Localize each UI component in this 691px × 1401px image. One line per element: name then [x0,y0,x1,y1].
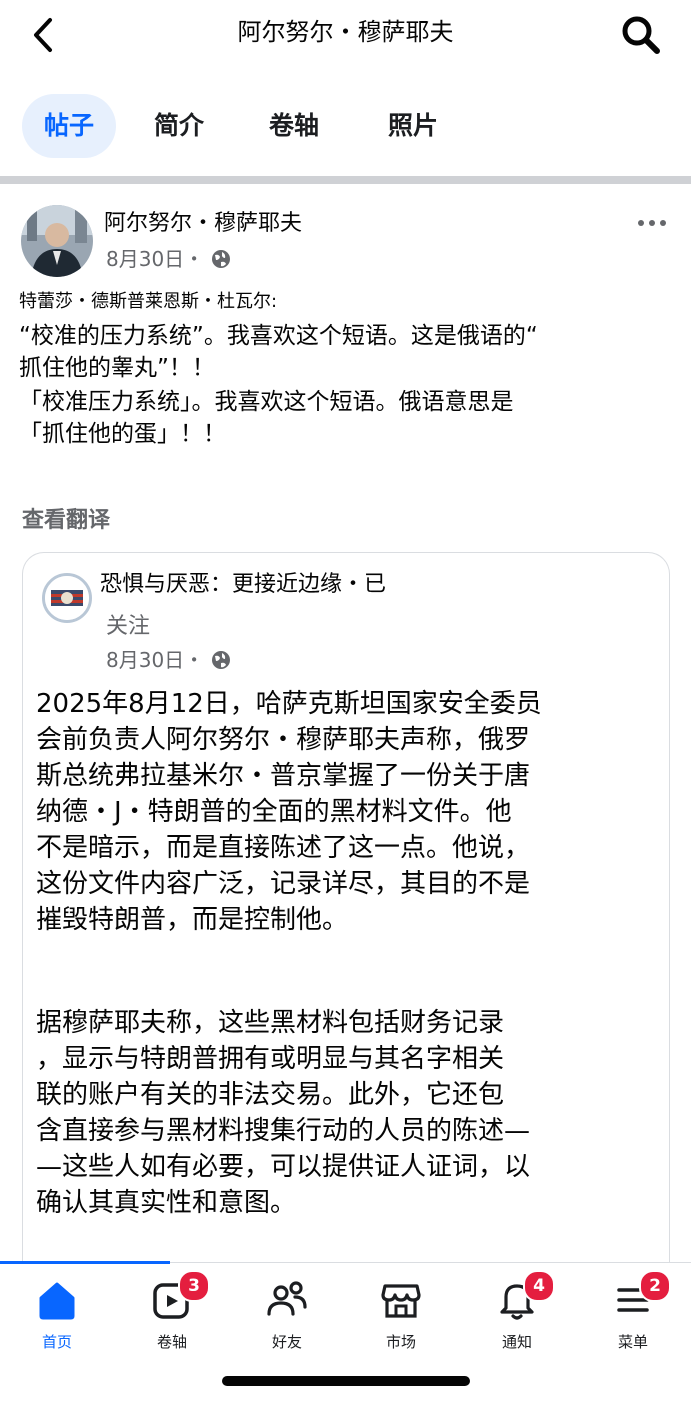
home-icon [39,1282,75,1320]
shared-text-line: 纳德・J・特朗普的全面的黑材料文件。他 [36,797,512,827]
page-name[interactable]: 恐惧与厌恶：更接近边缘・已 [100,569,386,601]
friends-icon [267,1281,307,1316]
post-text-line: 抓住他的睾丸”！！ [19,355,215,381]
shared-text-line: 摧毁特朗普，而是控制他。 [36,905,349,935]
post-text-line: 「抓住他的蛋」！！ [19,421,226,447]
shared-text-line: 会前负责人阿尔努尔・穆萨耶夫声称，俄罗 [36,725,531,755]
tab-posts[interactable]: 帖子 [22,94,116,158]
nav-label: 通知 [501,1333,532,1351]
nav-home[interactable]: 首页 [7,1276,107,1356]
nav-reels[interactable]: 3 卷轴 [122,1270,222,1356]
shared-text-line: 含直接参与黑材料搜集行动的人员的陈述— [36,1116,531,1146]
shared-text-line: 不是暗示，而是直接陈述了这一点。他说， [36,833,531,863]
section-divider [0,176,691,184]
nav-label: 首页 [41,1333,72,1351]
nav-label: 菜单 [617,1333,648,1351]
page-logo [45,576,89,620]
author-avatar[interactable] [21,205,93,277]
nav-menu[interactable]: 2 菜单 [583,1270,683,1356]
shared-text-line: 联的账户有关的非法交易。此外，它还包 [36,1080,505,1110]
nav-friends[interactable]: 好友 [237,1276,337,1356]
nav-label: 卷轴 [156,1333,187,1351]
more-options-button[interactable] [636,213,668,233]
shared-post-date: 8月30日・ [106,648,205,672]
post-text-line: “校准的压力系统”。我喜欢这个短语。这是俄语的“ [19,323,538,349]
nav-notifications[interactable]: 4 通知 [467,1270,567,1356]
nav-label: 好友 [271,1333,302,1351]
notification-badge: 3 [178,1270,210,1302]
search-icon [622,16,660,54]
top-bar: 阿尔努尔・穆萨耶夫 [0,0,691,70]
shared-post-meta: 8月30日・ [106,645,231,675]
nav-label: 市场 [385,1333,416,1351]
shared-text-line: 据穆萨耶夫称，这些黑材料包括财务记录 [36,1008,505,1038]
shared-text-line: ，显示与特朗普拥有或明显与其名字相关 [36,1044,505,1074]
post-meta: 8月30日・ [106,244,231,274]
shared-text-line: 2025年8月12日，哈萨克斯坦国家安全委员 [36,689,542,719]
tab-reels[interactable]: 卷轴 [247,94,341,158]
shared-text-line: 确认其真实性和意图。 [36,1188,297,1218]
shared-text-line: —这些人如有必要，可以提供证人证词，以 [36,1152,531,1182]
nav-marketplace[interactable]: 市场 [351,1276,451,1356]
globe-icon [211,651,230,669]
notification-badge: 2 [639,1270,671,1302]
post-date: 8月30日・ [106,247,205,271]
see-translation-link[interactable]: 查看翻译 [22,505,110,537]
active-indicator [0,1261,170,1264]
shared-text-line: 这份文件内容广泛，记录详尽，其目的不是 [36,869,531,899]
more-icon [638,220,666,226]
quoted-commenter: 特蕾莎・德斯普莱恩斯・杜瓦尔: [19,291,278,312]
home-indicator[interactable] [222,1376,470,1386]
post-text-line: 「校准压力系统」。我喜欢这个短语。俄语意思是 [19,389,514,415]
tab-photos[interactable]: 照片 [366,94,460,158]
page-avatar[interactable] [42,573,92,623]
post-author-name[interactable]: 阿尔努尔・穆萨耶夫 [104,208,302,240]
avatar-photo [21,205,93,277]
tab-about[interactable]: 简介 [132,94,226,158]
page-title: 阿尔努尔・穆萨耶夫 [237,18,454,46]
search-button[interactable] [620,14,662,56]
notification-badge: 4 [523,1270,555,1302]
follow-status[interactable]: 关注 [106,611,150,643]
marketplace-icon [381,1284,421,1318]
shared-text-line: 斯总统弗拉基米尔・普京掌握了一份关于唐 [36,761,531,791]
globe-icon [211,250,230,268]
profile-tabs: 帖子 简介 卷轴 照片 [0,94,691,160]
